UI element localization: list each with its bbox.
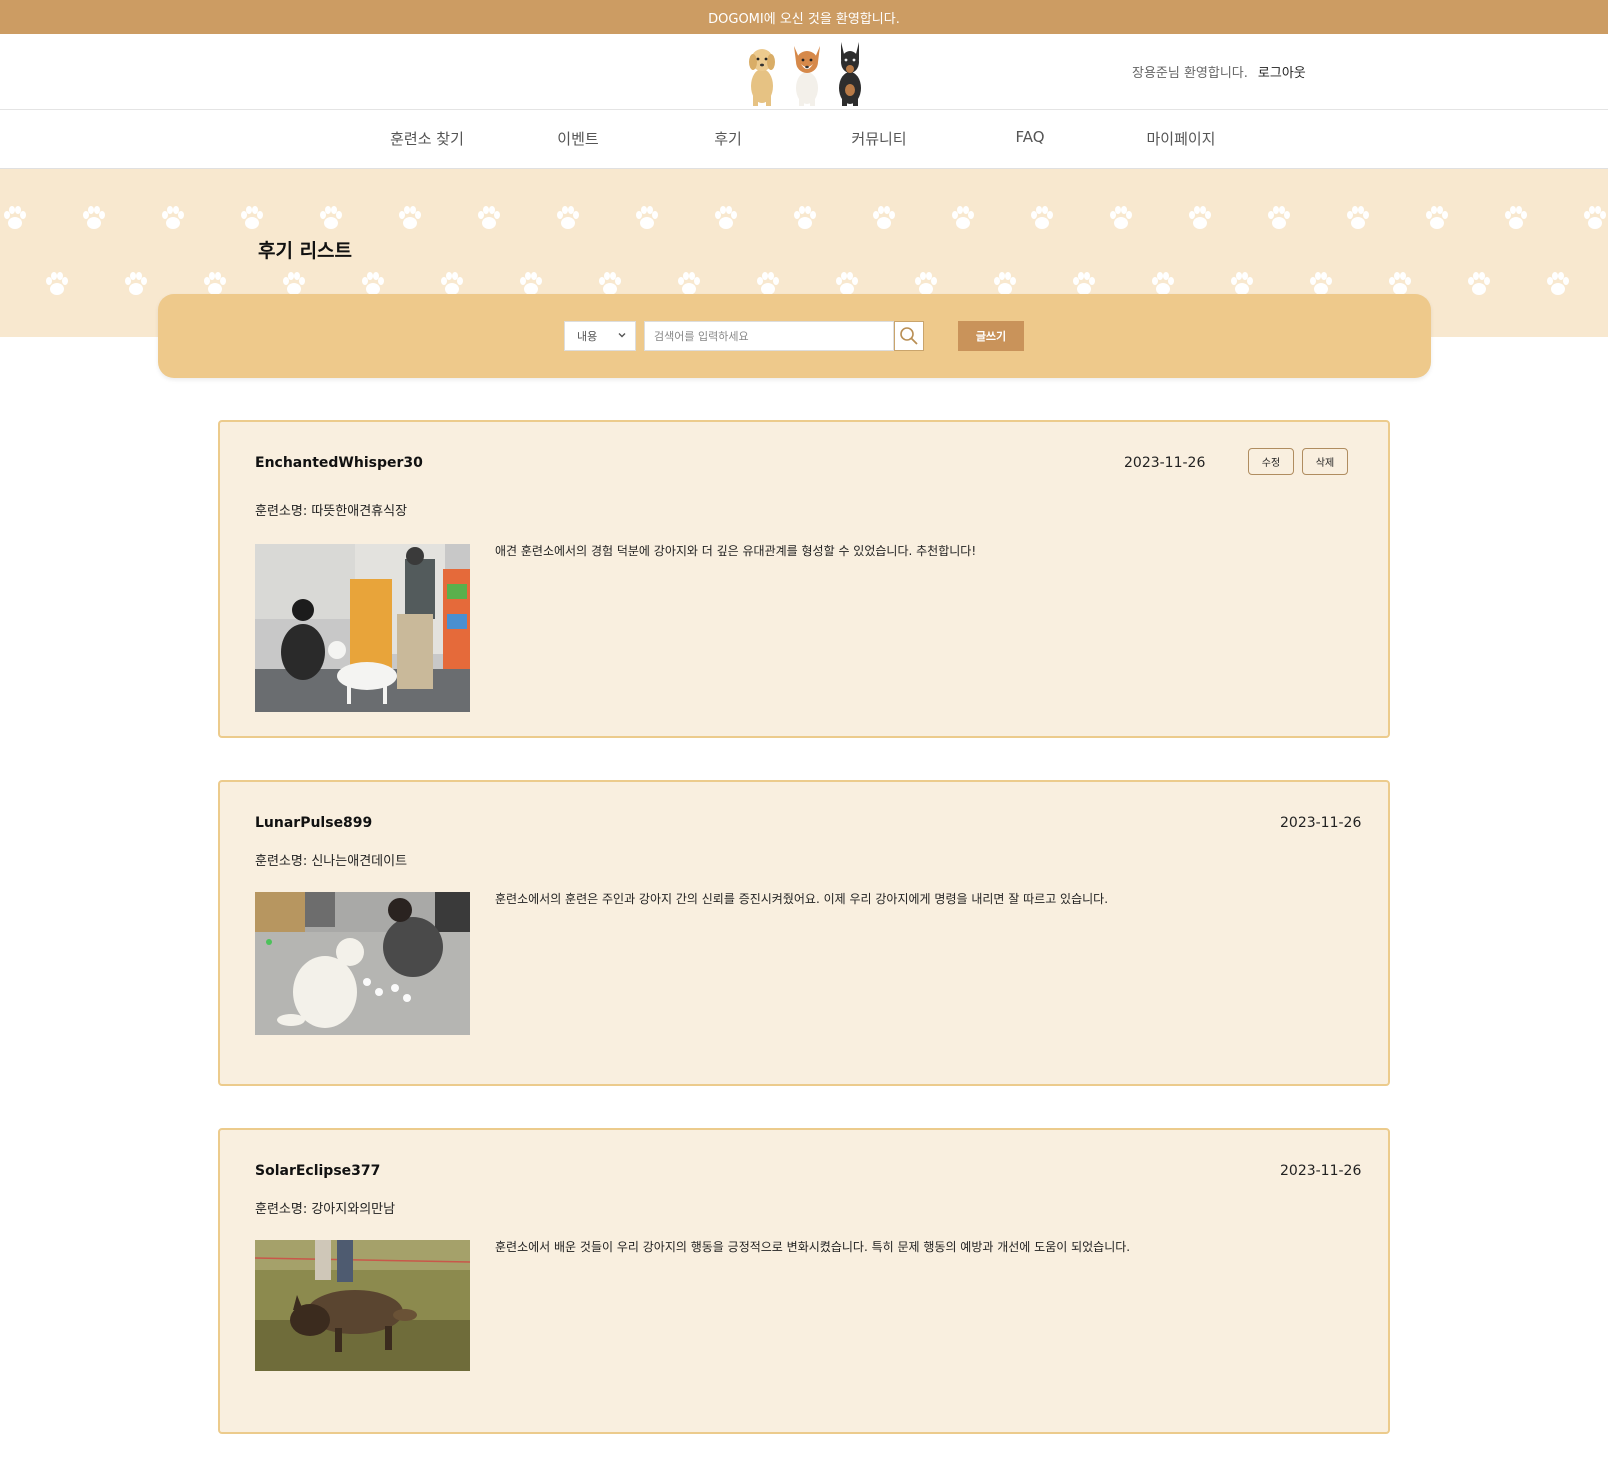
paw-icon [915,272,937,295]
paw-icon [83,206,105,229]
paw-icon [1268,206,1290,229]
review-text: 훈련소에서의 훈련은 주인과 강아지 간의 신뢰를 증진시켜줬어요. 이제 우리… [495,892,1109,906]
paw-icon [1547,272,1569,295]
paw-icon [1152,272,1174,295]
paw-icon [1584,206,1606,229]
paw-icon [4,206,26,229]
review-date: 2023-11-26 [1124,455,1206,471]
site-header: 장용준님 환영합니다. 로그아웃 [0,34,1608,110]
review-card: SolarEclipse377 2023-11-26 훈련소명: 강아지와의만남… [218,1128,1390,1434]
paw-icon [1389,272,1411,295]
paw-icon [1073,272,1095,295]
paw-icon [1189,206,1211,229]
review-center-name: 훈련소명: 따뜻한애견휴식장 [255,504,408,519]
delete-button[interactable]: 삭제 [1302,448,1348,475]
review-text: 훈련소에서 배운 것들이 우리 강아지의 행동을 긍정적으로 변화시켰습니다. … [495,1240,1131,1254]
review-card: EnchantedWhisper30 2023-11-26 수정 삭제 훈련소명… [218,420,1390,738]
nav-item-find-center[interactable]: 훈련소 찾기 [357,128,497,149]
chevron-down-icon [618,333,626,338]
review-photo[interactable] [255,544,470,712]
paw-icon [283,272,305,295]
paw-icon [362,272,384,295]
user-greeting: 장용준님 환영합니다. [1132,66,1248,81]
review-center-name: 훈련소명: 신나는애견데이트 [255,854,408,869]
paw-icon [125,272,147,295]
nav-item-mypage[interactable]: 마이페이지 [1111,128,1251,149]
paw-icon [1310,272,1332,295]
paw-icon [399,206,421,229]
search-button[interactable] [894,321,924,351]
paw-icon [320,206,342,229]
search-panel: 내용 검색어를 입력하세요 글쓰기 [158,294,1431,378]
review-username: LunarPulse899 [255,815,373,831]
paw-icon [1468,272,1490,295]
edit-button[interactable]: 수정 [1248,448,1294,475]
paw-icon [757,272,779,295]
search-icon [900,327,918,345]
paw-icon [715,206,737,229]
logout-link[interactable]: 로그아웃 [1258,62,1306,81]
paw-icon [836,272,858,295]
review-text: 애견 훈련소에서의 경험 덕분에 강아지와 더 깊은 유대관계를 형성할 수 있… [495,544,977,558]
paw-icon [1426,206,1448,229]
welcome-banner: DOGOMI에 오신 것을 환영합니다. [0,0,1608,34]
paw-icon [520,272,542,295]
paw-icon [1505,206,1527,229]
paw-icon [557,206,579,229]
review-photo[interactable] [255,892,470,1035]
paw-icon [204,272,226,295]
nav-item-faq[interactable]: FAQ [960,128,1100,146]
review-date: 2023-11-26 [1280,815,1362,831]
paw-icon [1347,206,1369,229]
review-username: EnchantedWhisper30 [255,455,423,471]
search-type-select[interactable]: 내용 [564,321,636,351]
review-username: SolarEclipse377 [255,1163,381,1179]
paw-icon [636,206,658,229]
nav-item-event[interactable]: 이벤트 [508,128,648,149]
search-input[interactable]: 검색어를 입력하세요 [644,321,894,351]
paw-icon [1110,206,1132,229]
paw-icon [599,272,621,295]
search-type-value: 내용 [577,330,598,343]
search-placeholder: 검색어를 입력하세요 [654,330,749,343]
main-nav: 훈련소 찾기 이벤트 후기 커뮤니티 FAQ 마이페이지 [0,110,1608,169]
write-button[interactable]: 글쓰기 [958,321,1024,351]
nav-item-review[interactable]: 후기 [658,128,798,149]
paw-icon [678,272,700,295]
review-photo[interactable] [255,1240,470,1371]
paw-icon [1231,272,1253,295]
paw-icon [1031,206,1053,229]
paw-icon [162,206,184,229]
paw-icon [794,206,816,229]
paw-icon [873,206,895,229]
paw-icon [952,206,974,229]
paw-icon [441,272,463,295]
review-card: LunarPulse899 2023-11-26 훈련소명: 신나는애견데이트 … [218,780,1390,1086]
review-center-name: 훈련소명: 강아지와의만남 [255,1202,396,1217]
paw-icon [46,272,68,295]
paw-icon [994,272,1016,295]
paw-icon [241,206,263,229]
review-date: 2023-11-26 [1280,1163,1362,1179]
paw-icon [478,206,500,229]
user-area: 장용준님 환영합니다. 로그아웃 [1132,62,1306,81]
nav-item-community[interactable]: 커뮤니티 [809,128,949,149]
welcome-text: DOGOMI에 오신 것을 환영합니다. [708,11,900,27]
dogs-logo[interactable] [742,40,872,108]
page-title: 후기 리스트 [258,240,353,262]
